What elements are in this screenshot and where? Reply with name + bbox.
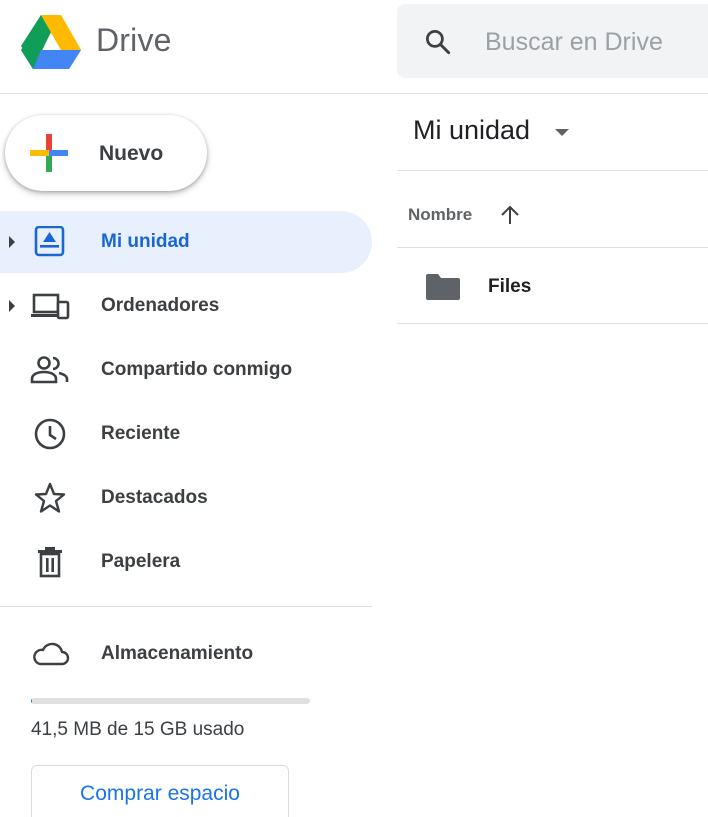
- search-icon[interactable]: [423, 27, 453, 57]
- drive-logo[interactable]: [21, 15, 81, 69]
- shared-with-me-icon: [30, 356, 69, 384]
- new-button[interactable]: Nuevo: [5, 115, 207, 191]
- page-title[interactable]: Mi unidad: [413, 115, 530, 146]
- sidebar-item-label: Reciente: [101, 423, 181, 444]
- drive-page: Drive Nuevo Mi unidad: [0, 0, 708, 817]
- sidebar-item-label: Ordenadores: [101, 295, 220, 316]
- sidebar-item-storage[interactable]: Almacenamiento: [0, 623, 372, 683]
- sidebar-item-shared-with-me[interactable]: Compartido conmigo: [0, 339, 372, 401]
- buy-storage-button[interactable]: Comprar espacio: [31, 765, 289, 817]
- main-divider: [397, 323, 708, 324]
- table-row[interactable]: Files: [397, 248, 708, 324]
- my-drive-icon: [34, 226, 65, 257]
- buy-storage-label: Comprar espacio: [80, 782, 240, 805]
- sidebar-item-my-drive[interactable]: Mi unidad: [0, 211, 372, 273]
- search-input[interactable]: [485, 26, 708, 58]
- sidebar-item-label: Papelera: [101, 551, 181, 572]
- app-name: Drive: [96, 22, 172, 58]
- sidebar-item-starred[interactable]: Destacados: [0, 467, 372, 529]
- computers-icon: [31, 293, 70, 320]
- plus-icon: [30, 134, 68, 172]
- caret-down-icon[interactable]: [555, 129, 569, 136]
- storage-usage-text: 41,5 MB de 15 GB usado: [31, 719, 245, 740]
- star-icon: [34, 482, 66, 513]
- storage-label: Almacenamiento: [101, 643, 254, 664]
- header: Drive: [0, 0, 708, 94]
- sidebar-item-recent[interactable]: Reciente: [0, 403, 372, 465]
- expand-arrow-icon[interactable]: [9, 300, 15, 312]
- storage-usage-fill: [31, 698, 32, 704]
- sidebar-divider: [0, 606, 372, 607]
- sidebar-item-trash[interactable]: Papelera: [0, 531, 372, 593]
- expand-arrow-icon[interactable]: [9, 236, 15, 248]
- sidebar-item-label: Destacados: [101, 487, 208, 508]
- trash-icon: [38, 547, 62, 578]
- main-divider: [397, 170, 708, 171]
- clock-icon: [34, 418, 66, 450]
- search-box[interactable]: [397, 4, 708, 78]
- sidebar-item-computers[interactable]: Ordenadores: [0, 275, 372, 337]
- arrow-up-icon[interactable]: [499, 204, 521, 226]
- file-name: Files: [488, 276, 532, 297]
- cloud-icon: [33, 642, 70, 666]
- sidebar-item-label: Compartido conmigo: [101, 359, 293, 380]
- new-button-label: Nuevo: [99, 142, 164, 165]
- column-header-name[interactable]: Nombre: [408, 205, 472, 225]
- sidebar-item-label: Mi unidad: [101, 231, 190, 252]
- folder-icon: [426, 274, 460, 300]
- storage-usage-bar: [31, 698, 310, 704]
